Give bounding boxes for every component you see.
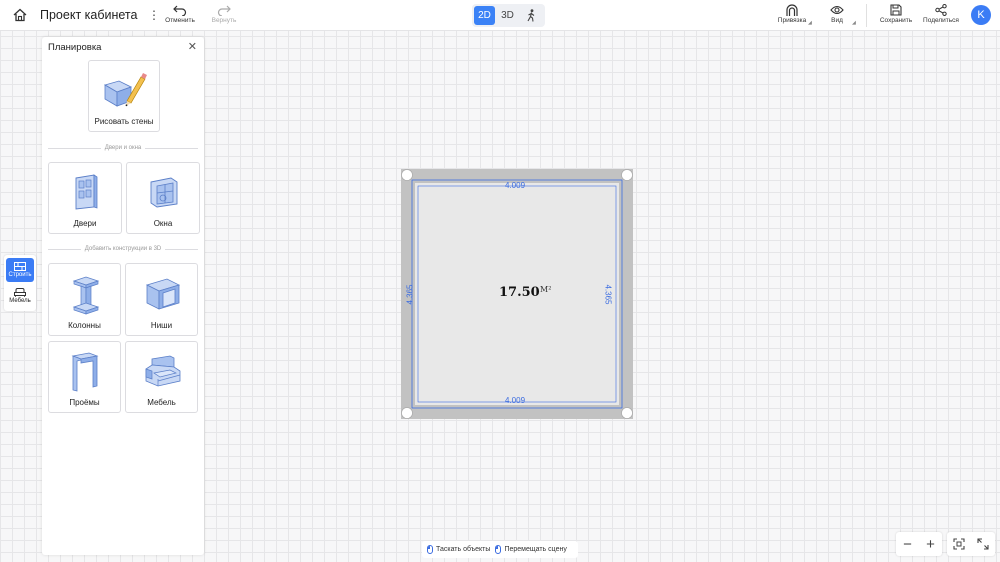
snap-button[interactable]: Привязка [774,4,810,24]
dimension-bottom: 4.009 [505,396,526,405]
doors-windows-separator: Двери и окна [48,143,199,153]
niches-card[interactable]: Ниши [125,263,198,336]
furniture-label: Мебель [147,398,176,407]
layout-panel: Планировка ✕ Рисовать стены Двери и окна… [42,37,204,555]
drag-objects-label: Таскать объекты [436,546,491,553]
share-button[interactable]: Поделиться [922,4,960,24]
undo-icon [173,5,187,16]
furniture-tab-label: Мебель [9,298,31,304]
magnet-icon [786,4,798,16]
niche-icon [145,278,181,310]
room-area-unit: M² [540,285,552,294]
niches-label: Ниши [150,321,173,330]
right-mouse-icon [495,545,502,554]
undo-button[interactable]: Отменить [164,4,196,24]
close-icon[interactable]: ✕ [188,40,197,53]
more-options-icon[interactable]: ⋮ [148,8,160,22]
zoom-controls: − + [896,532,942,556]
toolbar-divider [866,4,867,27]
opening-icon [71,352,99,392]
left-rail: Строить Мебель [4,255,36,311]
eye-icon [830,5,844,15]
openings-card[interactable]: Проёмы [48,341,121,413]
move-scene-label: Перемещать сцену [504,546,567,553]
redo-label: Вернуть [211,17,237,24]
draw-walls-card[interactable]: Рисовать стены [88,60,160,132]
armchair-icon [145,355,181,387]
view-dropdown-icon[interactable]: ◢ [852,20,856,26]
room-area-value: 17.50 [499,285,540,300]
save-button[interactable]: Сохранить [878,4,914,24]
constructions-separator: Добавить конструкции в 3D [48,244,198,254]
walk-mode-button[interactable] [520,6,541,25]
windows-label: Окна [153,219,173,228]
project-title[interactable]: Проект кабинета [40,8,137,22]
redo-button[interactable]: Вернуть [208,4,240,24]
furniture-card[interactable]: Мебель [125,341,198,413]
furniture-tab[interactable]: Мебель [6,284,34,308]
view-controls [947,532,995,556]
openings-label: Проёмы [69,398,100,407]
view-mode-switcher: 2D 3D [472,4,545,27]
build-tab-label: Строить [8,272,32,278]
zoom-in-button[interactable]: + [926,536,935,553]
redo-icon [217,5,231,16]
share-icon [935,4,947,16]
draw-walls-icon [103,73,147,107]
fit-to-screen-icon[interactable] [953,538,965,550]
doors-windows-header: Двери и окна [104,145,142,151]
doors-card[interactable]: Двери [48,162,122,234]
draw-walls-label: Рисовать стены [94,117,154,126]
fullscreen-icon[interactable] [977,538,989,550]
brick-wall-icon [14,262,26,271]
windows-card[interactable]: Окна [126,162,200,234]
user-avatar[interactable]: K [971,5,991,25]
mode-3d-button[interactable]: 3D [497,6,518,25]
save-icon [890,4,902,16]
mode-2d-button[interactable]: 2D [474,6,495,25]
dimension-left: 4.365 [405,284,415,305]
dimension-top: 4.009 [505,181,526,190]
constructions-header: Добавить конструкции в 3D [84,246,162,252]
view-button[interactable]: Вид [826,4,848,24]
undo-label: Отменить [165,17,195,24]
door-icon [75,174,98,210]
zoom-out-button[interactable]: − [903,536,912,553]
move-scene-hint: Перемещать сцену [495,545,567,554]
sofa-icon [14,288,26,297]
panel-title: Планировка [48,42,102,53]
top-toolbar: Проект кабинета ⋮ Отменить Вернуть 2D 3D… [0,0,1000,31]
save-label: Сохранить [879,17,913,24]
walking-person-icon [527,9,534,22]
controls-hint-bar: Таскать объекты Перемещать сцену [422,541,578,558]
columns-label: Колонны [68,321,101,330]
doors-label: Двери [73,219,97,228]
drag-objects-hint: Таскать объекты [427,545,490,554]
window-icon [150,177,178,208]
view-label: Вид [831,17,843,24]
dimension-right: 4.365 [603,284,613,305]
left-mouse-icon [427,545,433,554]
snap-dropdown-icon[interactable]: ◢ [808,20,812,26]
home-icon[interactable] [12,7,28,23]
snap-label: Привязка [777,17,807,24]
share-label: Поделиться [923,17,959,24]
build-tab[interactable]: Строить [6,258,34,282]
column-icon [72,276,100,315]
columns-card[interactable]: Колонны [48,263,121,336]
